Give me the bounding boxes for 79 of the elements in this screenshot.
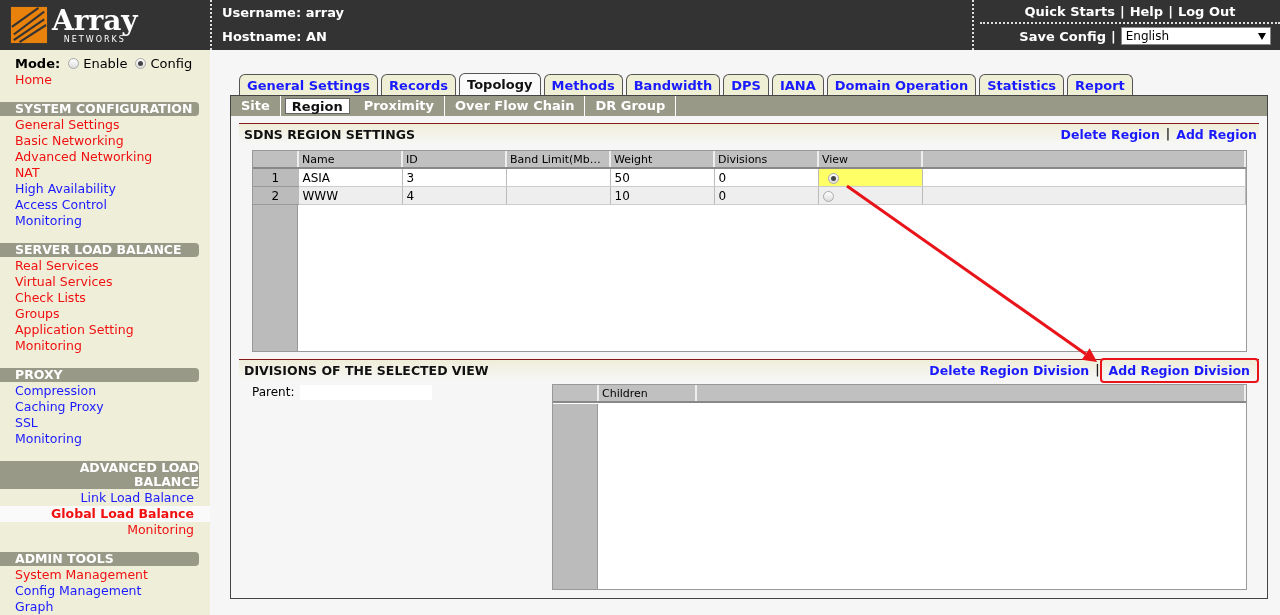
caret-icon: [1257, 32, 1266, 40]
radio-button[interactable]: [135, 57, 147, 69]
section-title: DIVISIONS OF THE SELECTED VIEW: [244, 362, 489, 378]
radio-button[interactable]: [68, 57, 80, 69]
tab[interactable]: IANA: [771, 74, 824, 95]
logo-name: Array: [52, 6, 138, 36]
nav-link[interactable]: Groups: [0, 306, 210, 322]
action-link[interactable]: Delete Region Division: [929, 362, 1090, 378]
header-cell: [253, 151, 298, 168]
nav-link[interactable]: High Availability: [0, 181, 210, 197]
section-header: PROXY: [0, 368, 199, 382]
nav-link[interactable]: NAT: [0, 165, 210, 181]
nav-link[interactable]: Application Setting: [0, 322, 210, 338]
column-header: Band Limit(Mb…: [506, 151, 610, 168]
header-link[interactable]: Quick Starts: [1024, 3, 1115, 19]
column-header: ID: [402, 151, 506, 168]
nav-link[interactable]: Monitoring: [0, 431, 210, 447]
nav-link[interactable]: Monitoring: [0, 522, 210, 538]
nav-link[interactable]: Virtual Services: [0, 274, 210, 290]
nav-link[interactable]: Home: [0, 72, 210, 88]
header-link[interactable]: Log Out: [1177, 3, 1236, 19]
nav-link[interactable]: Caching Proxy: [0, 399, 210, 415]
nav-link[interactable]: Monitoring: [0, 338, 210, 354]
nav-link[interactable]: General Settings: [0, 117, 210, 133]
separator: |: [1119, 3, 1125, 19]
tab[interactable]: Domain Operation: [826, 74, 977, 95]
action-link[interactable]: Add Region: [1176, 126, 1257, 142]
mode-label: Mode:: [15, 55, 61, 71]
radio-button[interactable]: [822, 190, 834, 202]
column-header: Weight: [610, 151, 714, 168]
separator: |: [1165, 127, 1171, 141]
logo-tagline: NETWORKS: [63, 36, 126, 44]
separator: |: [1095, 363, 1100, 377]
separator: |: [1110, 28, 1116, 44]
tab[interactable]: Topology: [459, 73, 541, 95]
parent-label: Parent:: [252, 385, 295, 399]
nav-link[interactable]: Compression: [0, 383, 210, 399]
header-cell: [553, 385, 598, 402]
nav-link[interactable]: Check Lists: [0, 290, 210, 306]
radio-button[interactable]: [827, 172, 839, 184]
column-header: Children: [598, 385, 696, 402]
hostname-label: Hostname: AN: [222, 28, 328, 46]
nav-link[interactable]: SSL: [0, 415, 210, 431]
username-label: Username: array: [222, 4, 346, 22]
nav-link[interactable]: Real Services: [0, 258, 210, 274]
nav-link[interactable]: Advanced Networking: [0, 149, 210, 165]
tab[interactable]: Report: [1067, 74, 1133, 95]
nav-link[interactable]: Config Management: [0, 583, 210, 599]
tab[interactable]: Bandwidth: [625, 74, 721, 95]
separator: |: [1168, 3, 1173, 19]
nav-link[interactable]: Link Load Balance: [0, 490, 210, 506]
subtab[interactable]: Region: [284, 98, 350, 114]
column-header: Divisions: [714, 151, 818, 168]
tab[interactable]: Methods: [543, 74, 623, 95]
logo-icon: [10, 6, 48, 44]
section-header: ADMIN TOOLS: [0, 552, 199, 566]
section-header: SERVER LOAD BALANCE: [0, 243, 199, 257]
nav-link[interactable]: Graph: [0, 599, 210, 615]
column-header: Name: [298, 151, 402, 168]
nav-link[interactable]: Monitoring: [0, 213, 210, 229]
nav-link[interactable]: Global Load Balance: [0, 506, 210, 522]
column-header: View: [818, 151, 922, 168]
section-title: SDNS REGION SETTINGS: [244, 126, 415, 142]
section-header: SYSTEM CONFIGURATION: [0, 102, 199, 116]
tab[interactable]: General Settings: [239, 74, 379, 95]
radio-label: Config: [150, 55, 193, 71]
header-link[interactable]: Help: [1129, 3, 1164, 19]
tab[interactable]: Records: [381, 74, 456, 95]
nav-link[interactable]: Access Control: [0, 197, 210, 213]
action-link[interactable]: Delete Region: [1060, 126, 1160, 142]
language-select[interactable]: English: [1120, 27, 1271, 45]
radio-label: Enable: [83, 55, 128, 71]
action-link[interactable]: Add Region Division: [1099, 357, 1259, 383]
tab[interactable]: DPS: [723, 74, 769, 95]
nav-link[interactable]: System Management: [0, 567, 210, 583]
section-header: ADVANCED LOAD BALANCE: [0, 461, 199, 489]
nav-link[interactable]: Basic Networking: [0, 133, 210, 149]
save-config-link[interactable]: Save Config: [1019, 28, 1106, 44]
tab[interactable]: Statistics: [979, 74, 1065, 95]
